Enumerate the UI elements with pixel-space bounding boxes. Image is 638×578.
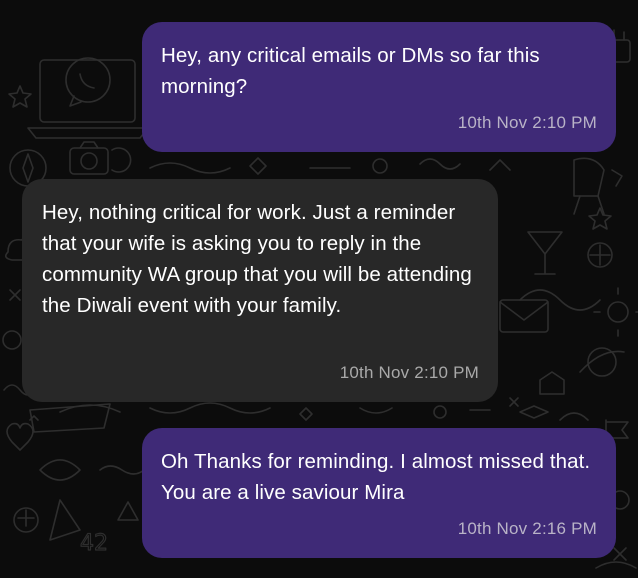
- chat-conversation: 42 Hey, any critical emails or DMs so fa…: [0, 0, 638, 578]
- message-text: Oh Thanks for reminding. I almost missed…: [161, 450, 591, 504]
- message-text: Hey, nothing critical for work. Just a r…: [42, 201, 472, 317]
- laptop-icon: [27, 59, 149, 139]
- svg-text:42: 42: [80, 531, 108, 556]
- message-text: Hey, any critical emails or DMs so far t…: [161, 44, 540, 98]
- message-timestamp: 10th Nov 2:10 PM: [457, 113, 597, 132]
- sun-icon: [593, 287, 638, 337]
- message-timestamp: 10th Nov 2:16 PM: [457, 519, 597, 538]
- heart-icon: [6, 422, 34, 451]
- envelope-icon: [499, 299, 549, 333]
- cocktail-icon: [527, 231, 563, 275]
- star-icon: [8, 85, 32, 108]
- chair-icon: [573, 157, 605, 215]
- star-icon: [588, 207, 612, 230]
- message-bubble-incoming[interactable]: Hey, nothing critical for work. Just a r…: [22, 179, 498, 402]
- message-timestamp: 10th Nov 2:10 PM: [339, 363, 479, 382]
- whatsapp-logo-icon: [65, 57, 111, 107]
- message-bubble-outgoing[interactable]: Oh Thanks for reminding. I almost missed…: [142, 428, 616, 558]
- message-bubble-outgoing[interactable]: Hey, any critical emails or DMs so far t…: [142, 22, 616, 152]
- camera-icon: [69, 141, 109, 175]
- planet-icon: [579, 347, 625, 377]
